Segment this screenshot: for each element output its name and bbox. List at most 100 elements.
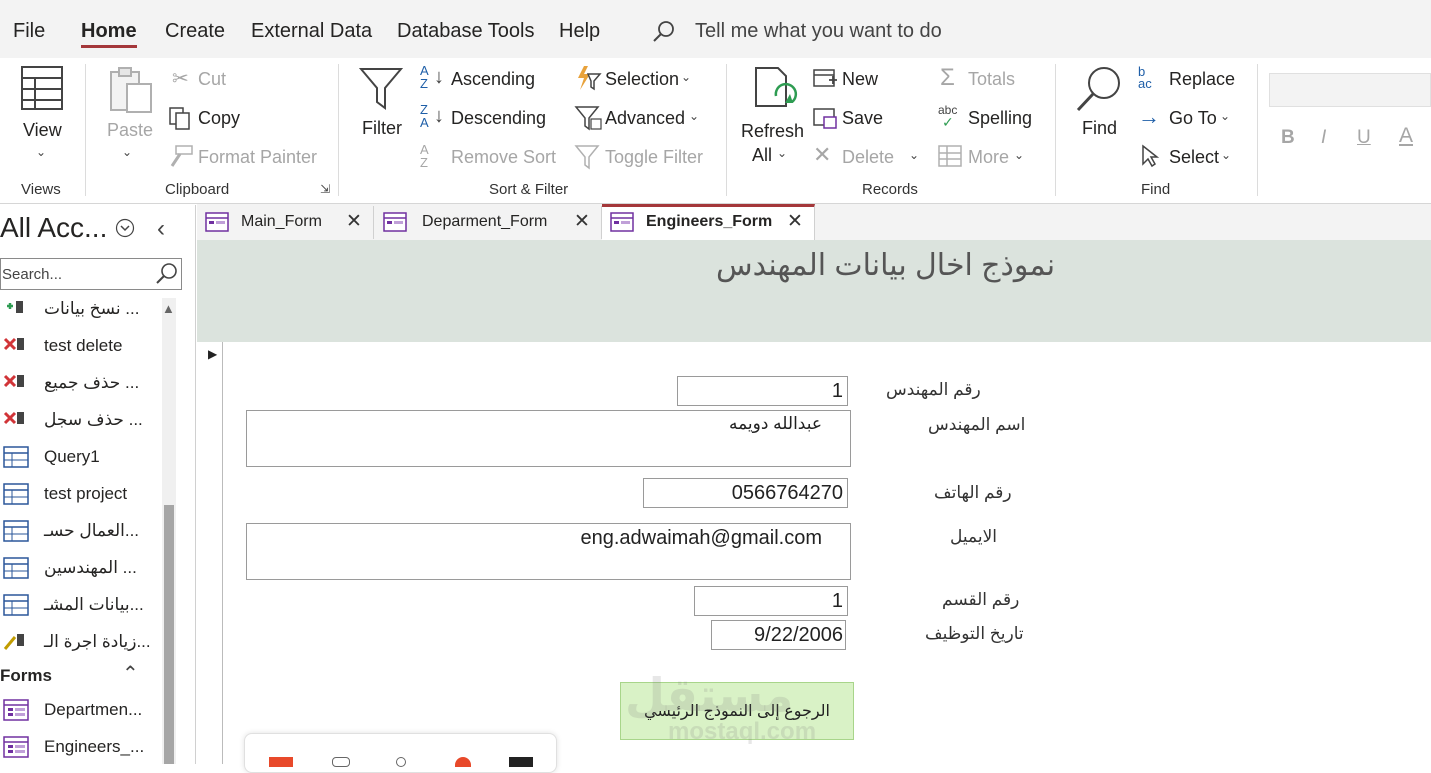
more-button[interactable]: More [968,147,1009,168]
find-icon[interactable] [1074,64,1124,114]
nav-search-icon[interactable] [155,262,179,286]
toolbar-pen-icon[interactable] [396,757,406,767]
selection-chevron-icon[interactable]: ⌄ [681,70,691,84]
close-tab-icon[interactable]: ✕ [787,210,803,233]
delete-chevron-icon[interactable]: ⌄ [909,148,919,162]
select-chevron-icon[interactable]: ⌄ [1221,148,1231,162]
active-tab-underline [81,45,137,48]
descending-button[interactable]: Descending [451,108,546,129]
engineer-name-field[interactable]: عبدالله دويمه [246,410,851,467]
toolbar-app-icon[interactable] [269,757,293,767]
italic-icon[interactable]: I [1321,127,1326,149]
close-tab-icon[interactable]: ✕ [574,210,590,233]
nav-item[interactable]: test project [44,484,127,504]
nav-item[interactable]: حذف جميع ... [44,373,139,393]
nav-form-item[interactable]: Departmen... [44,700,142,720]
filter-button[interactable]: Filter [362,118,402,139]
totals-button[interactable]: Totals [968,69,1015,90]
paste-dropdown-chevron-icon[interactable]: ⌄ [122,145,132,159]
collapse-pane-chevron-icon[interactable]: ‹ [157,215,165,243]
email-field[interactable]: eng.adwaimah@gmail.com [246,523,851,580]
hire-date-field[interactable]: 9/22/2006 [711,620,846,650]
clipboard-launcher-icon[interactable]: ⇲ [320,182,330,196]
advanced-button[interactable]: Advanced [605,108,685,129]
new-button[interactable]: New [842,69,878,90]
font-name-box[interactable] [1269,73,1431,107]
spelling-button[interactable]: Spelling [968,108,1032,129]
nav-item[interactable]: بيانات المشـ... [44,595,144,615]
nav-item[interactable]: نسخ بيانات ... [44,299,139,319]
menu-create[interactable]: Create [165,20,225,43]
sort-filter-group-label: Sort & Filter [489,181,569,198]
tab-department-form-label[interactable]: Deparment_Form [422,213,547,231]
menu-file[interactable]: File [13,20,45,43]
phone-field[interactable]: 0566764270 [643,478,848,508]
menu-database-tools[interactable]: Database Tools [397,20,535,43]
close-tab-icon[interactable]: ✕ [346,210,362,233]
menu-home[interactable]: Home [81,20,137,43]
engineer-number-field[interactable]: 1 [677,376,848,406]
bold-icon[interactable]: B [1281,127,1295,149]
forms-collapse-chevron-icon[interactable]: ⌃ [122,661,139,686]
paste-button[interactable]: Paste [107,120,153,141]
refresh-all-label[interactable]: All [752,145,772,166]
select-query-icon [3,594,29,616]
nav-item[interactable]: test delete [44,336,122,356]
selection-button[interactable]: Selection [605,69,679,90]
delete-button[interactable]: Delete [842,147,894,168]
replace-button[interactable]: Replace [1169,69,1235,90]
nav-pane-title[interactable]: All Acc... [0,212,107,244]
toolbar-stop-icon[interactable] [509,757,533,767]
underline-icon[interactable]: U [1357,127,1371,149]
nav-item[interactable]: المهندسين ... [44,558,137,578]
menu-help[interactable]: Help [559,20,600,43]
save-record-icon [813,108,837,129]
view-button[interactable]: View [23,120,62,141]
delete-icon: ✕ [813,142,832,167]
scroll-up-arrow-icon[interactable]: ▲ [162,301,175,316]
go-to-chevron-icon[interactable]: ⌄ [1220,109,1230,123]
go-to-button[interactable]: Go To [1169,108,1217,129]
cut-button[interactable]: Cut [198,69,226,90]
toggle-filter-button[interactable]: Toggle Filter [605,147,703,168]
clipboard-group-label: Clipboard [165,181,230,198]
copy-button[interactable]: Copy [198,108,240,129]
more-chevron-icon[interactable]: ⌄ [1014,148,1024,162]
toolbar-link-icon[interactable] [332,757,350,767]
form-icon [3,736,29,758]
forms-section-header[interactable]: Forms [0,666,52,686]
find-button[interactable]: Find [1082,118,1117,139]
refresh-button[interactable]: Refresh [741,121,804,142]
format-painter-button[interactable]: Format Painter [198,147,317,168]
nav-item[interactable]: العمال حسـ... [44,521,139,541]
toolbar-record-icon[interactable] [455,757,471,767]
view-icon[interactable] [21,66,63,110]
nav-item[interactable]: زيادة اجرة الـ... [44,632,151,652]
advanced-chevron-icon[interactable]: ⌄ [689,109,699,123]
tab-main-form-label[interactable]: Main_Form [241,213,322,231]
paste-icon [110,67,152,113]
filter-icon[interactable] [359,66,403,112]
department-number-field[interactable]: 1 [694,586,848,616]
save-button[interactable]: Save [842,108,883,129]
remove-sort-button[interactable]: Remove Sort [451,147,556,168]
nav-form-item[interactable]: Engineers_... [44,737,144,757]
tell-me-box[interactable]: Tell me what you want to do [695,20,942,43]
nav-dropdown-chevron-icon[interactable] [115,218,135,238]
select-button[interactable]: Select [1169,147,1219,168]
view-dropdown-chevron-icon[interactable]: ⌄ [36,145,46,159]
nav-item[interactable]: Query1 [44,447,100,467]
spelling-check-icon: ✓ [942,114,954,130]
form-tab-icon [383,212,407,232]
nav-scrollbar-thumb[interactable] [164,505,174,764]
refresh-chevron-icon[interactable]: ⌄ [777,146,787,160]
record-selector[interactable] [197,342,223,764]
menu-external-data[interactable]: External Data [251,20,372,43]
font-color-icon[interactable]: A [1399,124,1413,148]
ascending-button[interactable]: Ascending [451,69,535,90]
tab-engineers-form-label[interactable]: Engineers_Form [646,213,772,231]
refresh-all-icon[interactable] [752,66,798,114]
form-tab-icon [205,212,229,232]
delete-query-icon [3,411,24,425]
nav-item[interactable]: حذف سجل ... [44,410,143,430]
